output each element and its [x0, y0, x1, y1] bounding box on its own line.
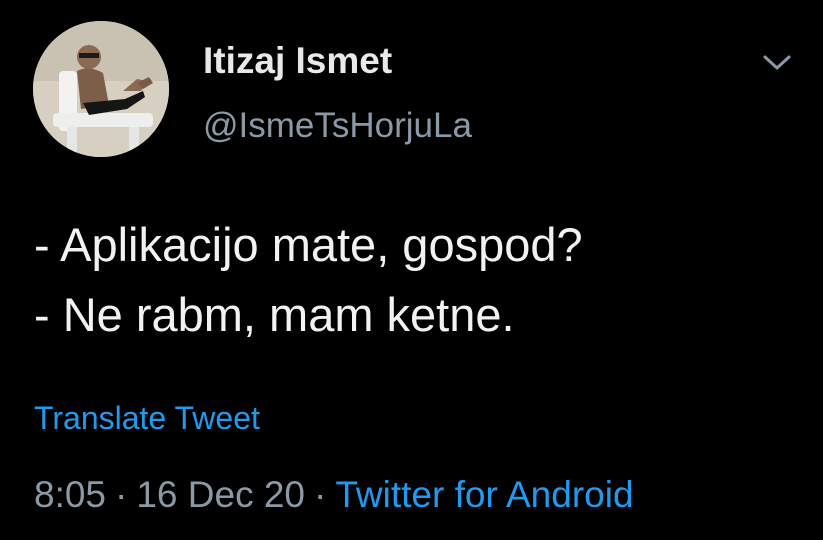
more-options-button[interactable]	[754, 44, 800, 82]
chevron-down-icon	[763, 55, 791, 70]
separator: ·	[314, 474, 327, 515]
tweet-source-link[interactable]: Twitter for Android	[335, 474, 633, 515]
tweet-detail: Itizaj Ismet @IsmeTsHorjuLa - Aplikacijo…	[0, 0, 823, 540]
tweet-metadata: 8:05 · 16 Dec 20 · Twitter for Android	[34, 474, 634, 516]
tweet-text-line: - Aplikacijo mate, gospod?	[34, 218, 583, 271]
author-handle[interactable]: @IsmeTsHorjuLa	[203, 106, 472, 146]
avatar[interactable]	[33, 21, 169, 157]
translate-tweet-link[interactable]: Translate Tweet	[34, 400, 260, 437]
tweet-text: - Aplikacijo mate, gospod? - Ne rabm, ma…	[34, 210, 804, 350]
separator: ·	[115, 474, 128, 515]
tweet-text-line: - Ne rabm, mam ketne.	[34, 288, 515, 341]
author-display-name[interactable]: Itizaj Ismet	[203, 40, 392, 82]
tweet-time[interactable]: 8:05	[34, 474, 106, 515]
profile-photo	[33, 21, 169, 157]
tweet-date[interactable]: 16 Dec 20	[136, 474, 305, 515]
